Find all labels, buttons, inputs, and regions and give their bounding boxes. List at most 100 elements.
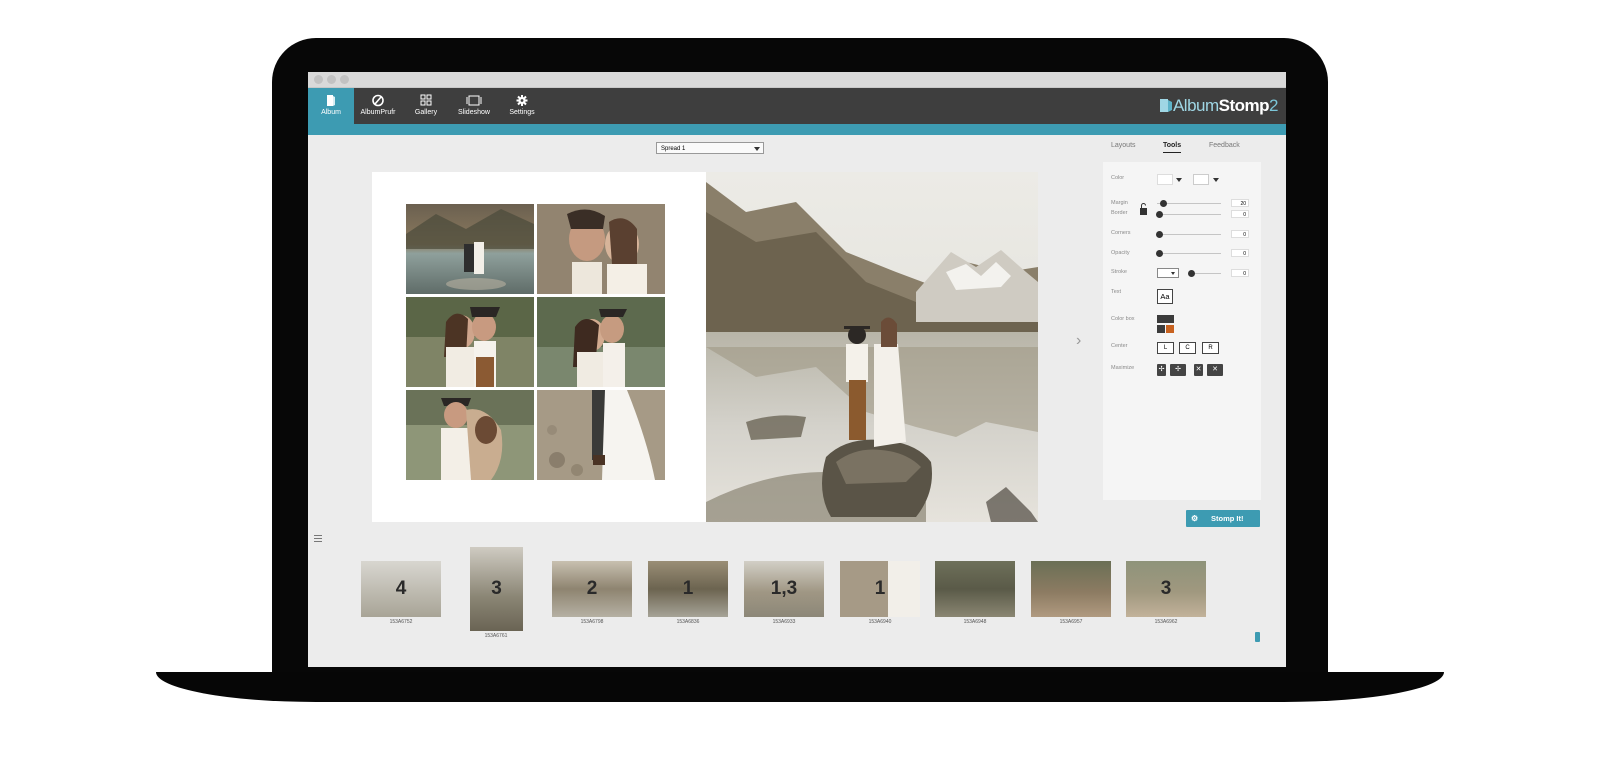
filmstrip-thumb[interactable]: 1 (840, 561, 920, 617)
thumb-filename: 153A6948 (963, 619, 987, 625)
border-slider-track[interactable] (1157, 214, 1221, 215)
center-right-button[interactable]: R (1202, 342, 1219, 354)
maximize-full-button[interactable]: ✕ (1207, 364, 1223, 376)
filmstrip-scrollbar[interactable] (1255, 632, 1260, 642)
margin-value[interactable]: 20 (1231, 199, 1249, 207)
border-slider-handle[interactable] (1156, 211, 1163, 218)
chevron-down-icon[interactable] (1176, 178, 1182, 182)
thumb-usage-count: 2 (586, 578, 598, 599)
stroke-value[interactable]: 0 (1231, 269, 1249, 277)
spread-dropdown[interactable]: Spread 1 (656, 142, 764, 154)
main-toolbar: Album AlbumPrufr Gallery Slideshow Setti… (308, 88, 1286, 124)
filmstrip-thumb[interactable]: 1 (648, 561, 728, 617)
maximize-small-button[interactable]: ✢ (1157, 364, 1166, 376)
slideshow-icon (466, 95, 482, 106)
border-value[interactable]: 0 (1231, 210, 1249, 218)
toolbar-album-button[interactable]: Album (308, 88, 354, 124)
tab-layouts[interactable]: Layouts (1111, 142, 1136, 149)
layout-photo[interactable] (537, 297, 665, 387)
corners-value[interactable]: 0 (1231, 230, 1249, 238)
logo-stomp-text: Stomp (1218, 96, 1270, 115)
layout-photo[interactable] (406, 390, 534, 480)
thumb-filename: 153A6752 (389, 619, 413, 625)
stroke-slider-track[interactable] (1191, 273, 1221, 274)
colorbox-dark-small-button[interactable] (1157, 325, 1165, 333)
thumb-usage-count: 1 (682, 578, 694, 599)
close-window-button[interactable] (314, 75, 323, 84)
filmstrip-thumb[interactable] (1031, 561, 1111, 617)
app-window: Album AlbumPrufr Gallery Slideshow Setti… (308, 72, 1286, 667)
next-spread-arrow[interactable]: › (1076, 332, 1081, 350)
prufr-icon (372, 94, 384, 107)
chevron-down-icon[interactable] (1213, 178, 1219, 182)
filmstrip-thumb[interactable]: 4 (361, 561, 441, 617)
corners-slider-handle[interactable] (1156, 231, 1163, 238)
stomp-it-button[interactable]: ⚙ Stomp It! (1186, 510, 1260, 527)
border-label: Border (1111, 210, 1128, 216)
filmstrip-thumb[interactable]: 1,3 (744, 561, 824, 617)
layout-photo[interactable] (406, 204, 534, 294)
toolbar-settings-button[interactable]: Settings (498, 88, 546, 124)
corners-slider-track[interactable] (1157, 234, 1221, 235)
window-titlebar (308, 72, 1286, 88)
add-text-button[interactable]: Aa (1157, 289, 1173, 304)
margin-slider-handle[interactable] (1160, 200, 1167, 207)
filmstrip-menu-icon[interactable] (314, 535, 322, 544)
toolbar-gallery-button[interactable]: Gallery (402, 88, 450, 124)
filmstrip-thumb[interactable]: 3 (1126, 561, 1206, 617)
gear-icon: ⚙ (1191, 514, 1199, 523)
tools-panel: Color Margin Border 20 0 Corners 0 Opaci… (1103, 162, 1261, 500)
colorbox-dark-button[interactable] (1157, 315, 1174, 323)
stroke-slider-handle[interactable] (1188, 270, 1195, 277)
thumb-filename: 153A6761 (484, 633, 508, 639)
colorbox-orange-button[interactable] (1166, 325, 1174, 333)
thumb-usage-count: 4 (395, 578, 407, 599)
layout-photo[interactable] (537, 204, 665, 294)
link-lock-icon[interactable] (1139, 202, 1149, 216)
filmstrip-thumb[interactable]: 2 (552, 561, 632, 617)
tab-feedback[interactable]: Feedback (1209, 142, 1240, 149)
thumb-filename: 153A6957 (1059, 619, 1083, 625)
center-label: Center (1111, 343, 1128, 349)
background-color-swatch[interactable] (1157, 174, 1173, 185)
maximize-vertical-button[interactable]: ✕ (1194, 364, 1203, 376)
albumstomp-logo: AlbumStomp2 (1159, 96, 1278, 116)
toolbar-slideshow-label: Slideshow (458, 109, 490, 116)
stroke-style-dropdown[interactable] (1157, 268, 1179, 278)
center-center-button[interactable]: C (1179, 342, 1196, 354)
accent-strip (308, 124, 1286, 135)
filmstrip-thumb[interactable] (935, 561, 1015, 617)
opacity-slider-track[interactable] (1157, 253, 1221, 254)
thumb-usage-count: 3 (491, 578, 502, 599)
thumb-filename: 153A6962 (1154, 619, 1178, 625)
grid-icon (420, 94, 432, 106)
chevron-down-icon (1171, 272, 1175, 275)
stomp-it-label: Stomp It! (1211, 514, 1244, 523)
corners-label: Corners (1111, 230, 1131, 236)
album-page-left[interactable] (372, 172, 706, 522)
tab-tools[interactable]: Tools (1163, 142, 1182, 153)
toolbar-slideshow-button[interactable]: Slideshow (450, 88, 498, 124)
thumb-filename: 153A6940 (868, 619, 892, 625)
layout-photo[interactable] (406, 297, 534, 387)
logo-album-text: Album (1172, 96, 1219, 115)
zoom-window-button[interactable] (340, 75, 349, 84)
thumb-filename: 153A6933 (772, 619, 796, 625)
toolbar-albumprufr-button[interactable]: AlbumPrufr (354, 88, 402, 124)
maximize-horizontal-button[interactable]: ✢ (1170, 364, 1186, 376)
chevron-down-icon (754, 147, 760, 151)
color-label: Color (1111, 175, 1125, 181)
frame-color-swatch[interactable] (1193, 174, 1209, 185)
layout-photo[interactable] (537, 390, 665, 480)
center-left-button[interactable]: L (1157, 342, 1174, 354)
margin-label: Margin (1111, 200, 1128, 206)
thumb-filename: 153A6836 (676, 619, 700, 625)
minimize-window-button[interactable] (327, 75, 336, 84)
filmstrip-thumb-selected[interactable]: 3 (470, 547, 523, 631)
sidebar-tabs: Layouts Tools Feedback (1103, 140, 1261, 156)
opacity-slider-handle[interactable] (1156, 250, 1163, 257)
toolbar-gallery-label: Gallery (414, 109, 438, 116)
opacity-value[interactable]: 0 (1231, 249, 1249, 257)
stroke-label: Stroke (1111, 269, 1127, 275)
album-page-right[interactable] (706, 172, 1038, 522)
